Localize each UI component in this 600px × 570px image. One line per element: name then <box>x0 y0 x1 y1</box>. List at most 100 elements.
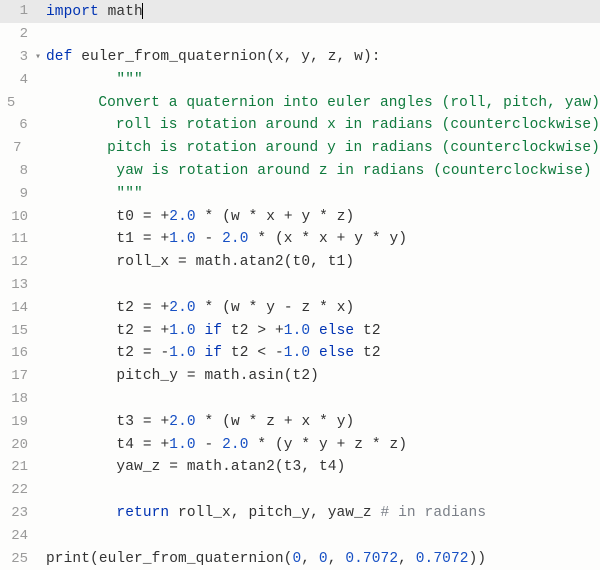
code-line[interactable]: 22 <box>0 479 600 502</box>
code-content[interactable]: return roll_x, pitch_y, yaw_z # in radia… <box>44 505 600 521</box>
token-bi: print <box>46 551 90 567</box>
token-sp <box>328 231 337 247</box>
token-id: t1 <box>328 254 346 270</box>
token-sp <box>46 505 116 521</box>
code-content[interactable]: t0 = +2.0 * (w * x + y * z) <box>44 209 600 225</box>
token-id: w <box>231 300 240 316</box>
token-sp <box>134 300 143 316</box>
token-id: math <box>196 254 231 270</box>
code-line[interactable]: 20 t4 = +1.0 - 2.0 * (y * y + z * z) <box>0 433 600 456</box>
code-content[interactable]: pitch is rotation around y in radians (c… <box>35 140 600 156</box>
token-par: ) <box>346 209 355 225</box>
code-line[interactable]: 4 """ <box>0 68 600 91</box>
code-line[interactable]: 17 pitch_y = math.asin(t2) <box>0 365 600 388</box>
code-line[interactable]: 10 t0 = +2.0 * (w * x + y * z) <box>0 205 600 228</box>
code-line[interactable]: 9 """ <box>0 182 600 205</box>
code-content[interactable]: t1 = +1.0 - 2.0 * (x * x + y * y) <box>44 231 600 247</box>
code-content[interactable]: import math <box>44 3 600 20</box>
code-line[interactable]: 21 yaw_z = math.atan2(t3, t4) <box>0 456 600 479</box>
token-kw: else <box>319 345 354 361</box>
code-content[interactable]: """ <box>44 186 600 202</box>
code-line[interactable]: 25print(euler_from_quaternion(0, 0, 0.70… <box>0 547 600 570</box>
token-sp <box>213 231 222 247</box>
code-line[interactable]: 3▾def euler_from_quaternion(x, y, z, w): <box>0 46 600 69</box>
token-kw: import <box>46 4 99 20</box>
code-line[interactable]: 19 t3 = +2.0 * (w * z + x * y) <box>0 410 600 433</box>
code-line[interactable]: 16 t2 = -1.0 if t2 < -1.0 else t2 <box>0 342 600 365</box>
code-content[interactable]: """ <box>44 72 600 88</box>
code-content[interactable]: t4 = +1.0 - 2.0 * (y * y + z * z) <box>44 437 600 453</box>
code-content[interactable]: yaw_z = math.atan2(t3, t4) <box>44 459 600 475</box>
token-par: ) <box>398 437 407 453</box>
token-id: x <box>301 414 310 430</box>
code-line[interactable]: 5 Convert a quaternion into euler angles… <box>0 91 600 114</box>
token-op: , <box>301 459 319 475</box>
token-sp <box>310 300 319 316</box>
line-number: 19 <box>0 414 32 430</box>
line-number: 1 <box>0 3 32 19</box>
token-num: 0 <box>292 551 301 567</box>
token-id: y <box>301 49 310 65</box>
line-number: 17 <box>0 368 32 384</box>
token-id: x <box>337 300 346 316</box>
code-line[interactable]: 6 roll is rotation around x in radians (… <box>0 114 600 137</box>
code-content[interactable]: roll_x = math.atan2(t0, t1) <box>44 254 600 270</box>
line-number: 14 <box>0 300 32 316</box>
token-sp <box>275 414 284 430</box>
code-line[interactable]: 11 t1 = +1.0 - 2.0 * (x * x + y * y) <box>0 228 600 251</box>
token-id: math <box>204 368 239 384</box>
token-op: : <box>372 49 381 65</box>
token-sp <box>28 95 98 111</box>
token-fn: euler_from_quaternion <box>81 49 266 65</box>
code-line[interactable]: 23 return roll_x, pitch_y, yaw_z # in ra… <box>0 502 600 525</box>
line-number: 13 <box>0 277 32 293</box>
code-editor[interactable]: 1 import math 23▾def euler_from_quaternion… <box>0 0 600 570</box>
token-id: t2 <box>363 345 381 361</box>
code-line[interactable]: 1 import math <box>0 0 600 23</box>
token-sp <box>169 254 178 270</box>
code-content[interactable]: Convert a quaternion into euler angles (… <box>26 95 600 111</box>
token-num: 0 <box>319 551 328 567</box>
line-number: 20 <box>0 437 32 453</box>
token-num: 1.0 <box>169 345 195 361</box>
token-sp <box>46 117 116 133</box>
code-content[interactable]: t2 = -1.0 if t2 < -1.0 else t2 <box>44 345 600 361</box>
code-content[interactable]: pitch_y = math.asin(t2) <box>44 368 600 384</box>
token-sp <box>178 459 187 475</box>
code-content[interactable]: def euler_from_quaternion(x, y, z, w): <box>44 49 600 65</box>
token-sp <box>46 414 116 430</box>
token-id: pitch_y <box>116 368 178 384</box>
fold-toggle-icon[interactable]: ▾ <box>32 51 44 63</box>
code-line[interactable]: 15 t2 = +1.0 if t2 > +1.0 else t2 <box>0 319 600 342</box>
token-sp <box>196 323 205 339</box>
code-line[interactable]: 2 <box>0 23 600 46</box>
token-par: ) <box>398 231 407 247</box>
code-content[interactable]: t3 = +2.0 * (w * z + x * y) <box>44 414 600 430</box>
code-content[interactable]: print(euler_from_quaternion(0, 0, 0.7072… <box>44 551 600 567</box>
token-sp <box>134 323 143 339</box>
code-content[interactable]: t2 = +2.0 * (w * y - z * x) <box>44 300 600 316</box>
code-content[interactable]: t2 = +1.0 if t2 > +1.0 else t2 <box>44 323 600 339</box>
code-line[interactable]: 7 pitch is rotation around y in radians … <box>0 137 600 160</box>
token-sp <box>275 300 284 316</box>
token-sp <box>46 209 116 225</box>
token-str: """ <box>116 72 142 88</box>
code-content[interactable]: roll is rotation around x in radians (co… <box>44 117 600 133</box>
code-line[interactable]: 14 t2 = +2.0 * (w * y - z * x) <box>0 296 600 319</box>
token-sp <box>187 254 196 270</box>
token-sp <box>160 459 169 475</box>
token-par: ) <box>346 414 355 430</box>
code-line[interactable]: 13 <box>0 274 600 297</box>
code-line[interactable]: 12 roll_x = math.atan2(t0, t1) <box>0 251 600 274</box>
token-sp <box>134 437 143 453</box>
token-op: * <box>257 437 266 453</box>
code-content[interactable]: yaw is rotation around z in radians (cou… <box>44 163 600 179</box>
token-op: , <box>231 505 249 521</box>
token-id: z <box>337 209 346 225</box>
code-line[interactable]: 24 <box>0 524 600 547</box>
code-line[interactable]: 8 yaw is rotation around z in radians (c… <box>0 160 600 183</box>
token-sp <box>266 323 275 339</box>
token-sp <box>328 300 337 316</box>
token-op: + <box>275 323 284 339</box>
code-line[interactable]: 18 <box>0 388 600 411</box>
